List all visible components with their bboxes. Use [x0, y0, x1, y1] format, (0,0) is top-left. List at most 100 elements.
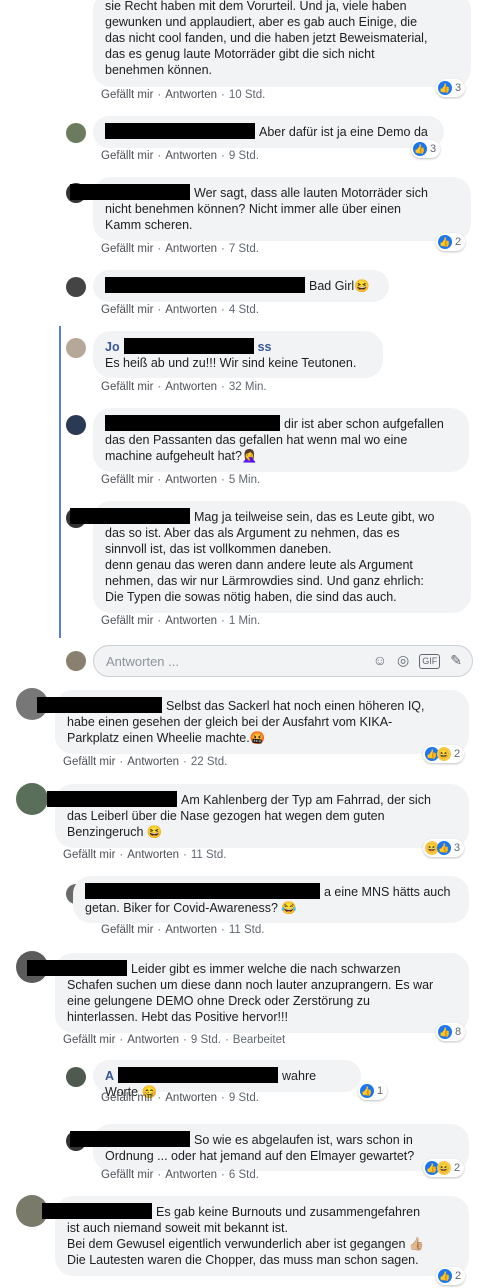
reply-link[interactable]: Antworten [165, 243, 217, 255]
timestamp[interactable]: 22 Std. [191, 756, 227, 768]
comment-actions: Gefällt mir · Antworten · 5 Min. [101, 474, 261, 486]
like-link[interactable]: Gefällt mir [101, 150, 153, 162]
reply-link[interactable]: Antworten [165, 1169, 217, 1181]
redacted-name [47, 791, 177, 807]
like-icon: 👍 [360, 1084, 374, 1098]
timestamp[interactable]: 6 Std. [229, 1169, 259, 1181]
redacted-name [105, 415, 280, 431]
like-link[interactable]: Gefällt mir [101, 304, 153, 316]
redacted-name [37, 697, 162, 713]
timestamp[interactable]: 10 Std. [229, 89, 265, 101]
reply-input[interactable]: Antworten ... ☺ ◎ GIF ✎ [93, 645, 473, 677]
timestamp[interactable]: 5 Min. [229, 474, 260, 486]
author-name[interactable]: A [105, 1069, 114, 1083]
reaction-count[interactable]: 👍 3 [411, 140, 441, 158]
reaction-count[interactable]: 👍 😆 2 [423, 1159, 465, 1177]
timestamp[interactable]: 9 Std. [191, 1034, 221, 1046]
avatar[interactable] [16, 783, 48, 815]
reaction-count[interactable]: 👍 2 [436, 1267, 466, 1285]
comment-actions: Gefällt mir · Antworten · 9 Std. [101, 1092, 259, 1104]
reaction-count[interactable]: 👍 8 [436, 1023, 466, 1041]
avatar[interactable] [66, 277, 86, 297]
like-link[interactable]: Gefällt mir [101, 1092, 153, 1104]
reply-link[interactable]: Antworten [127, 1034, 179, 1046]
author-name[interactable]: Jo [105, 340, 120, 354]
comment-actions: Gefällt mir · Antworten · 10 Std. [101, 89, 266, 101]
timestamp[interactable]: 9 Std. [229, 150, 259, 162]
comment-bubble: Awahre Worte 😊 [93, 1060, 361, 1099]
comment-bubble: Jo ss Es heiß ab und zu!!! Wir sind keine… [93, 331, 383, 378]
like-link[interactable]: Gefällt mir [101, 474, 153, 486]
avatar[interactable] [66, 338, 86, 358]
timestamp[interactable]: 4 Std. [229, 304, 259, 316]
comment-actions: Gefällt mir · Antworten · 9 Std. · Bearbeitet [63, 1034, 286, 1046]
reply-placeholder: Antworten ... [106, 654, 179, 669]
comment-actions: Gefällt mir · Antworten · 9 Std. [101, 150, 259, 162]
like-icon: 👍 [438, 1269, 452, 1283]
redacted-name [105, 277, 305, 293]
like-link[interactable]: Gefällt mir [101, 1169, 153, 1181]
reaction-count[interactable]: 👍 😆 2 [423, 745, 465, 763]
reply-link[interactable]: Antworten [165, 381, 217, 393]
gif-icon[interactable]: GIF [419, 654, 441, 669]
comment-bubble: Leider gibt es immer welche die nach sch… [27, 953, 469, 1033]
emoji-icon[interactable]: ☺ [373, 652, 387, 669]
reply-link[interactable]: Antworten [165, 474, 217, 486]
reply-link[interactable]: Antworten [165, 615, 217, 627]
reply-link[interactable]: Antworten [165, 1092, 217, 1104]
reaction-count[interactable]: 👍 2 [436, 233, 466, 251]
timestamp[interactable]: 9 Std. [229, 1092, 259, 1104]
comment-text: Mag ja teilweise sein, das es Leute gibt… [105, 510, 435, 604]
comment-actions: Gefällt mir · Antworten · 7 Std. [101, 243, 259, 255]
comment-bubble: dir ist aber schon aufgefallen das den P… [93, 408, 469, 472]
avatar[interactable] [66, 123, 86, 143]
comment-actions: Gefällt mir · Antworten · 11 Std. [63, 849, 227, 861]
like-link[interactable]: Gefällt mir [101, 243, 153, 255]
comment-bubble: Wer sagt, dass alle lauten Motorräder si… [70, 177, 471, 241]
reply-link[interactable]: Antworten [165, 924, 217, 936]
redacted-name [42, 1203, 152, 1219]
reply-link[interactable]: Antworten [127, 756, 179, 768]
like-link[interactable]: Gefällt mir [63, 1034, 115, 1046]
comment-bubble: a eine MNS hätts auch getan. Biker for C… [73, 876, 469, 923]
like-icon: 👍 [413, 142, 427, 156]
like-link[interactable]: Gefällt mir [101, 381, 153, 393]
reply-link[interactable]: Antworten [165, 150, 217, 162]
camera-icon[interactable]: ◎ [397, 652, 409, 669]
comment-bubble: Selbst das Sackerl hat noch einen höhere… [37, 690, 469, 754]
reply-link[interactable]: Antworten [165, 89, 217, 101]
avatar [66, 651, 86, 671]
comment-actions: Gefällt mir · Antworten · 11 Std. [101, 924, 265, 936]
like-link[interactable]: Gefällt mir [63, 849, 115, 861]
reaction-count[interactable]: 👍 3 [436, 79, 466, 97]
like-link[interactable]: Gefällt mir [101, 615, 153, 627]
like-link[interactable]: Gefällt mir [101, 924, 153, 936]
edited-label: Bearbeitet [232, 1034, 286, 1046]
laugh-icon: 😆 [437, 747, 451, 761]
comment-bubble: Aber dafür ist ja eine Demo da [93, 116, 444, 148]
avatar[interactable] [66, 415, 86, 435]
redacted-name [118, 1067, 279, 1083]
redacted-name [123, 338, 254, 354]
comment-bubble: Es gab keine Burnouts und zusammengefahr… [42, 1196, 469, 1276]
redacted-name [70, 508, 190, 524]
redacted-name [85, 883, 320, 899]
comment-actions: Gefällt mir · Antworten · 32 Min. [101, 381, 267, 393]
sticker-icon[interactable]: ✎ [450, 652, 462, 669]
like-link[interactable]: Gefällt mir [101, 89, 153, 101]
laugh-icon: 😆 [437, 1161, 451, 1175]
timestamp[interactable]: 7 Std. [229, 243, 259, 255]
timestamp[interactable]: 1 Min. [229, 615, 260, 627]
reply-link[interactable]: Antworten [127, 849, 179, 861]
comment-bubble: Am Kahlenberg der Typ am Fahrrad, der si… [47, 784, 469, 848]
reaction-count[interactable]: 😆 👍 3 [423, 839, 465, 857]
reaction-count[interactable]: 👍 1 [358, 1082, 388, 1100]
reply-link[interactable]: Antworten [165, 304, 217, 316]
timestamp[interactable]: 11 Std. [229, 924, 265, 936]
timestamp[interactable]: 32 Min. [229, 381, 267, 393]
timestamp[interactable]: 11 Std. [191, 849, 227, 861]
comment-text: Aber dafür ist ja eine Demo da [259, 125, 428, 139]
like-icon: 👍 [438, 1025, 452, 1039]
like-link[interactable]: Gefällt mir [63, 756, 115, 768]
avatar[interactable] [66, 1067, 86, 1087]
